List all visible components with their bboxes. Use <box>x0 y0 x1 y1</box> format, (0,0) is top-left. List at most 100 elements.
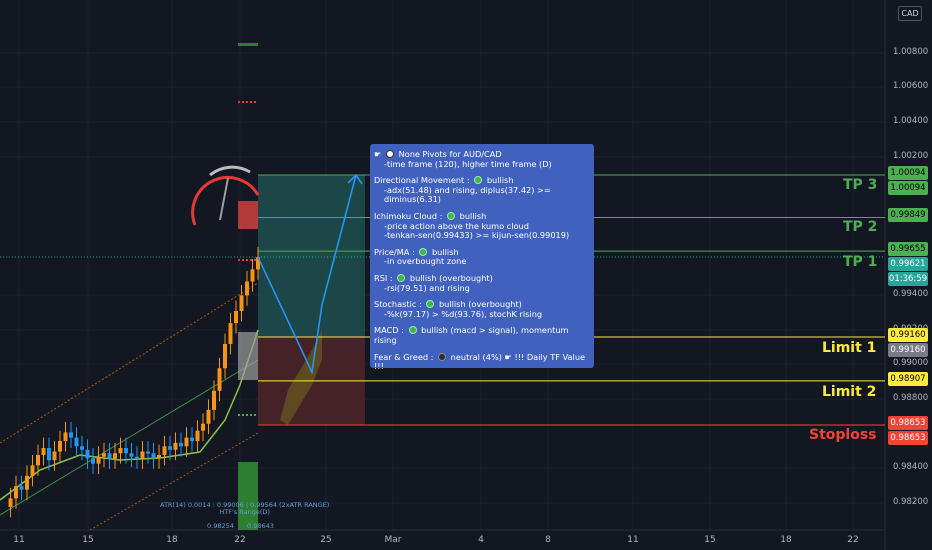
ma-sub: -in overbought zone <box>384 256 467 267</box>
pivot-icon <box>385 150 394 158</box>
trend-channels <box>0 282 259 531</box>
candle-body <box>74 437 79 447</box>
candle-body <box>91 458 95 464</box>
atr-low: 0.98254 <box>207 522 234 530</box>
candle-body <box>239 295 244 312</box>
bullish-dot-icon <box>419 247 428 256</box>
fg-title: Fear & Greed : <box>374 351 434 362</box>
price-tick: 1.00400 <box>893 116 929 126</box>
candle-body <box>69 432 73 438</box>
stop-price-tag: 0.98653 <box>888 431 928 445</box>
candle-body <box>124 448 128 454</box>
candle-body <box>58 441 62 452</box>
candle-body <box>63 432 68 442</box>
price-tick: 0.98800 <box>893 393 929 403</box>
candle-body <box>190 437 194 442</box>
stoploss-label: Stoploss <box>809 427 877 443</box>
candle-body <box>146 451 150 454</box>
limit2-price-tag: 0.98907 <box>888 372 928 386</box>
candle-body <box>162 446 167 455</box>
resistance-box <box>238 201 258 229</box>
x-tick: 22 <box>234 535 246 545</box>
tp3-label: TP 3 <box>843 177 878 193</box>
macd-title: MACD : <box>374 325 404 336</box>
moving-average <box>0 329 259 501</box>
candle-body <box>80 446 84 450</box>
candle-body <box>41 448 46 455</box>
atr-label: ATR(14) 0.0014 : 0.99006 | 0.99564 (2xAT… <box>160 502 329 516</box>
x-tick: 15 <box>82 535 94 545</box>
limit2-label: Limit 2 <box>822 384 877 400</box>
x-tick: 18 <box>166 535 178 545</box>
limit1-label: Limit 1 <box>822 340 877 356</box>
candle-body <box>85 449 90 459</box>
current-price-tag: 0.99621 <box>888 257 928 271</box>
gauge-arc-grey <box>209 165 251 177</box>
hand-icon: ☛ <box>504 351 512 362</box>
x-tick: 15 <box>704 535 716 545</box>
limit1-price-tag: 0.99160 <box>888 328 928 342</box>
ma-title: Price/MA : <box>374 246 415 257</box>
candle-body <box>135 456 139 459</box>
dm-state: bullish <box>486 175 514 186</box>
neutral-dot-icon <box>438 352 447 361</box>
candle-body <box>8 498 13 508</box>
bullish-dot-icon <box>408 326 417 335</box>
dm-sub: -adx(51.48) and rising, diplus(37.42) >=… <box>384 184 551 205</box>
price-tick: 0.99000 <box>893 358 929 368</box>
ichimoku-title: Ichimoku Cloud : <box>374 210 443 221</box>
x-tick: 11 <box>13 535 25 545</box>
range-box <box>238 332 258 380</box>
candle-body <box>234 311 238 324</box>
top-marker <box>238 43 258 46</box>
candle-body <box>118 448 123 454</box>
candle-body <box>102 453 106 457</box>
stoch-sub: -%k(97.17) > %d(93.76), stochK rising <box>384 308 543 319</box>
atr-subtext: HTF's Range(D) <box>219 508 270 516</box>
candle-body <box>250 269 255 282</box>
candle-body <box>52 451 57 461</box>
candle-body <box>173 442 178 450</box>
candle-body <box>96 456 101 464</box>
atr-high: 0.98643 <box>247 522 274 530</box>
price-tick: 1.00200 <box>893 151 929 161</box>
candle-body <box>228 323 233 344</box>
ma-state: bullish <box>431 246 459 257</box>
tp3-price-tag: 1.00094 <box>888 181 928 195</box>
hand-icon: ☛ <box>374 149 382 159</box>
fg-state: neutral (4%) <box>450 351 502 362</box>
candle-body <box>206 409 211 424</box>
x-tick: 18 <box>780 535 792 545</box>
candle-body <box>30 465 35 476</box>
rsi-title: RSI : <box>374 272 393 283</box>
x-tick: 8 <box>545 535 551 545</box>
candle-body <box>25 475 29 490</box>
candle-body <box>184 437 189 447</box>
candle-body <box>223 343 227 369</box>
gauge-needle <box>219 177 229 221</box>
candle-body <box>212 390 216 410</box>
price-tick: 0.98200 <box>893 497 929 507</box>
tp1-price-tag: 0.99655 <box>888 242 928 256</box>
rsi-state: bullish (overbought) <box>409 272 493 283</box>
candle-body <box>47 448 51 461</box>
stop-price-tag: 0.98653 <box>888 416 928 430</box>
dm-title: Directional Movement : <box>374 175 470 186</box>
x-tick: 4 <box>478 535 484 545</box>
ichimoku-state: bullish <box>459 210 487 221</box>
candle-body <box>245 281 249 296</box>
candles <box>8 246 260 518</box>
currency-label[interactable]: CAD <box>898 6 922 21</box>
bullish-dot-icon <box>447 211 456 220</box>
candle-body <box>195 430 200 442</box>
price-tick: 1.00800 <box>893 47 929 57</box>
tp1-label: TP 1 <box>843 254 878 270</box>
candle-body <box>157 454 161 459</box>
candle-body <box>107 453 112 459</box>
price-tick: 0.98400 <box>893 462 929 472</box>
tooltip-header: None Pivots for AUD/CAD <box>398 149 502 159</box>
candle-body <box>168 446 172 450</box>
countdown-tag: 01:36:59 <box>888 272 928 286</box>
candle-body <box>19 486 24 490</box>
candle-body <box>113 453 117 459</box>
